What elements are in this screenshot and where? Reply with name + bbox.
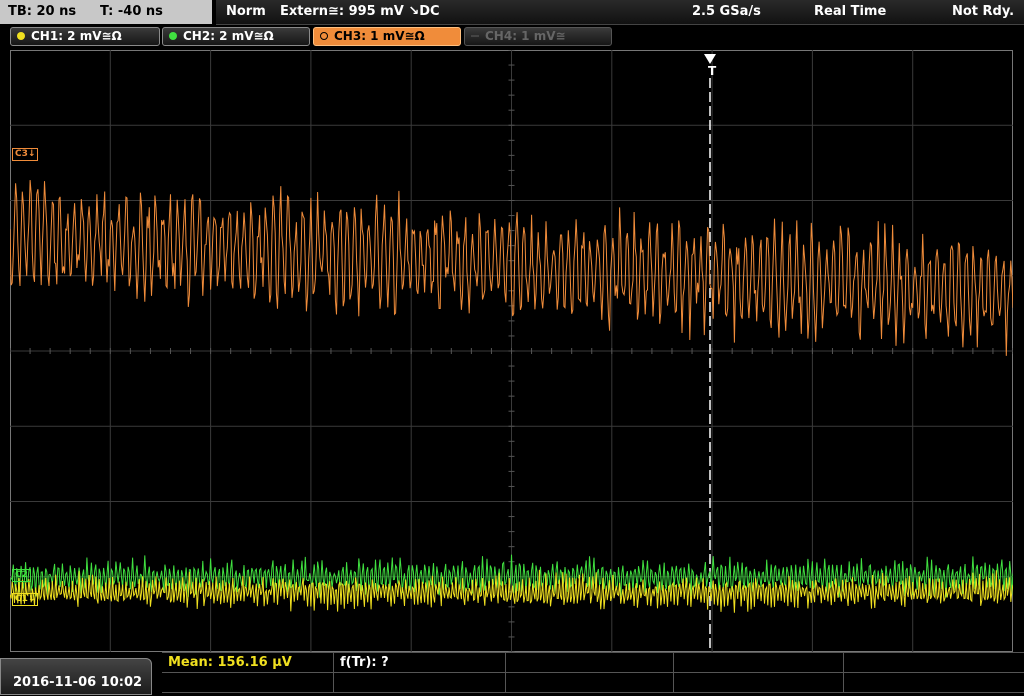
channel-4-label: CH4: 1 mV≅ [485,29,566,43]
channel-3-label: CH3: 1 mV≅Ω [334,29,425,43]
channel-2-marker[interactable]: C2 [12,569,31,582]
measurement-cell-mean[interactable]: Mean: 156.16 µV [162,653,334,673]
top-bar: TB: 20 ns T: -40 ns Norm Extern≅: 995 mV… [0,0,1024,25]
acquisition-mode: Real Time [814,4,887,19]
datetime-panel[interactable]: 2016-11-06 10:02 [0,658,152,695]
measurement-cell-7[interactable] [334,673,506,693]
channel-2-dot-icon [169,32,177,40]
measurement-cell-5[interactable] [844,653,1024,673]
trigger-status-bar[interactable]: Norm Extern≅: 995 mV ↘DC 2.5 GSa/s Real … [216,0,1024,25]
channel-4-button[interactable]: CH4: 1 mV≅ [464,27,612,46]
channel-bar: CH1: 2 mV≅Ω CH2: 2 mV≅Ω CH3: 1 mV≅Ω CH4:… [0,26,1024,48]
mean-measurement: Mean: 156.16 µV [168,655,292,670]
channel-3-marker[interactable]: C3↓ [12,148,39,161]
trigger-time-value: T: -40 ns [100,4,163,19]
trigger-arrow-icon [704,54,716,64]
timebase-panel[interactable]: TB: 20 ns T: -40 ns [0,0,212,24]
channel-3-button[interactable]: CH3: 1 mV≅Ω [313,27,461,46]
channel-1-button[interactable]: CH1: 2 mV≅Ω [10,27,160,46]
measurement-cell-8[interactable] [506,673,674,693]
datetime-value: 2016-11-06 10:02 [13,675,143,690]
trigger-marker[interactable]: T [706,65,718,77]
channel-1-dot-icon [17,32,25,40]
measurement-panel: Mean: 156.16 µV f(Tr): ? [162,652,1024,696]
frequency-measurement: f(Tr): ? [340,655,389,670]
channel-1-label: CH1: 2 mV≅Ω [31,29,122,43]
channel-3-dot-icon [320,32,328,40]
measurement-cell-9[interactable] [674,673,844,693]
channel-2-label: CH2: 2 mV≅Ω [183,29,274,43]
measurement-cell-4[interactable] [674,653,844,673]
measurement-cell-3[interactable] [506,653,674,673]
waveform-display[interactable]: C3↓ C2 C1↓ T [10,50,1013,652]
sample-rate: 2.5 GSa/s [692,4,761,19]
bottom-bar: 2016-11-06 10:02 Mean: 156.16 µV f(Tr): … [0,652,1024,695]
measurement-cell-freq[interactable]: f(Tr): ? [334,653,506,673]
measurement-cell-10[interactable] [844,673,1024,693]
trigger-mode: Norm [226,4,266,19]
timebase-value: TB: 20 ns [8,4,77,19]
channel-4-dash-icon [471,35,479,37]
measurement-cell-6[interactable] [162,673,334,693]
channel-2-button[interactable]: CH2: 2 mV≅Ω [162,27,310,46]
waveform-canvas [10,50,1013,652]
trigger-source: Extern≅: 995 mV ↘DC [280,4,440,19]
run-status: Not Rdy. [952,4,1015,19]
channel-1-marker[interactable]: C1↓ [12,593,39,606]
